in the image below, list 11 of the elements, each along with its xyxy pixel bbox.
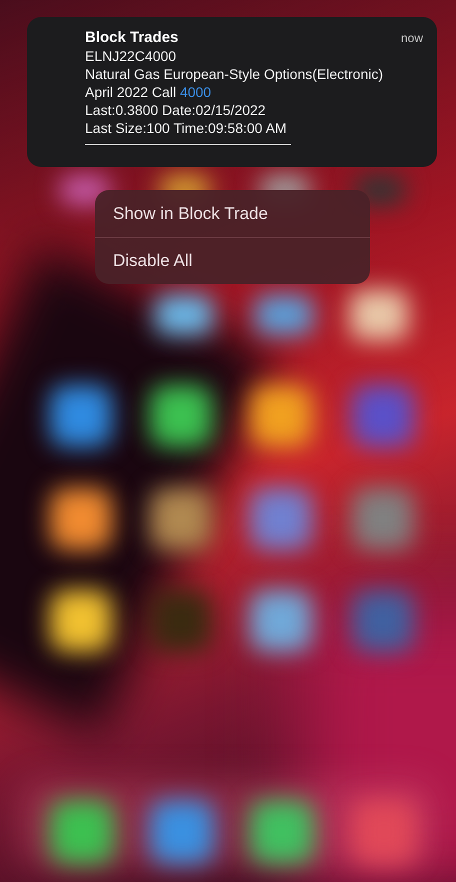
strike-link[interactable]: 4000 xyxy=(180,84,212,100)
notification-text-line: Natural Gas European-Style Options(Electronic) xyxy=(85,65,384,83)
menu-item[interactable]: Disable All xyxy=(95,237,370,284)
notification-text-line: ELNJ22C4000 xyxy=(85,47,178,65)
notification-time: now xyxy=(400,30,423,47)
notification-text-line: Last Size:100 Time:09:58:00 AM xyxy=(85,119,288,137)
notification-title: Block Trades xyxy=(85,28,178,47)
notification-card[interactable]: Block Trades now ELNJ22C4000 Natural Gas European-Style Options(Electronic) April 2022 Call 4000 Last:0.3800 Date:02/15/2022 Last Size:100 Time:09:58:00 AM xyxy=(27,17,437,167)
notification-text-line: April 2022 Call 4000 xyxy=(85,83,212,101)
menu-item[interactable]: Show in Block Trade xyxy=(95,190,370,237)
notification-text-line: Last:0.3800 Date:02/15/2022 xyxy=(85,101,267,119)
